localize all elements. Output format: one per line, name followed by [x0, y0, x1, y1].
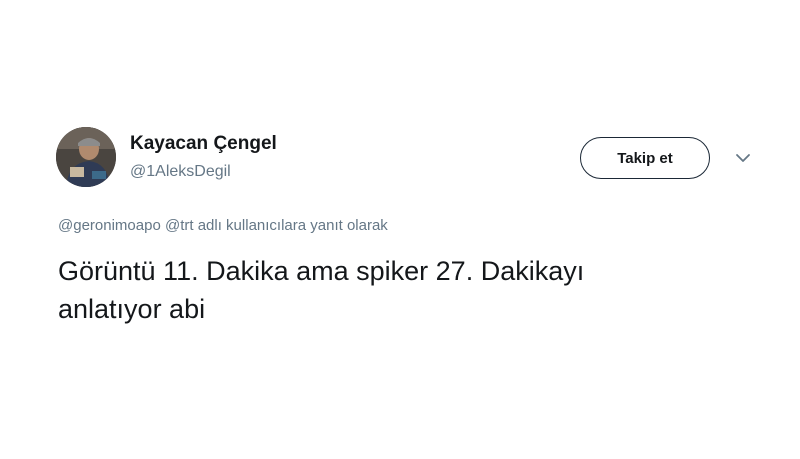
avatar[interactable] — [56, 127, 116, 187]
follow-button[interactable]: Takip et — [580, 137, 710, 179]
mention-link[interactable]: @geronimoapo — [58, 217, 161, 234]
tweet-text-line: anlatıyor abi — [58, 294, 206, 324]
tweet-card: Kayacan Çengel @1AleksDegil Takip et @ge… — [0, 0, 800, 459]
tweet-text-line: Görüntü 11. Dakika ama spiker 27. Dakika… — [58, 256, 585, 286]
chevron-down-icon[interactable] — [734, 151, 752, 165]
user-handle[interactable]: @1AleksDegil — [130, 163, 231, 181]
avatar-image — [56, 127, 116, 187]
tweet-text: Görüntü 11. Dakika ama spiker 27. Dakika… — [58, 252, 758, 328]
display-name[interactable]: Kayacan Çengel — [130, 134, 277, 154]
mention-link[interactable]: @trt — [165, 217, 194, 234]
reply-context: @geronimoapo @trt adlı kullanıcılara yan… — [58, 217, 388, 235]
reply-context-label: adlı kullanıcılara yanıt olarak — [197, 217, 388, 234]
